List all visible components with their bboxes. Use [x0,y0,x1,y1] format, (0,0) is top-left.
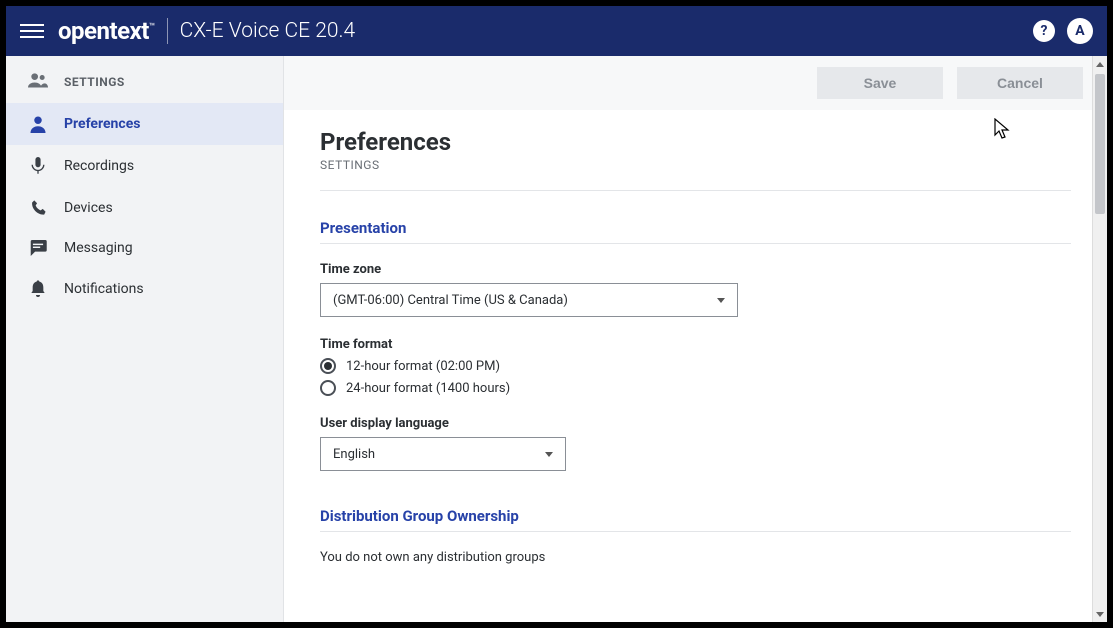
language-label: User display language [320,416,1071,431]
avatar[interactable]: A [1067,18,1093,44]
language-value: English [333,447,375,462]
sidebar-item-label: Preferences [64,116,140,132]
message-icon [28,240,48,256]
product-name: CX-E Voice CE 20.4 [180,19,356,43]
sidebar-group-header: SETTINGS [6,56,283,103]
brand-logo: opentext™ [58,17,155,45]
sidebar-item-devices[interactable]: Devices [6,187,283,228]
scroll-up-icon[interactable] [1093,56,1107,72]
timezone-select[interactable]: (GMT-06:00) Central Time (US & Canada) [320,283,738,317]
scrollbar-vertical[interactable] [1092,56,1107,622]
timezone-label: Time zone [320,262,1071,277]
sidebar-item-notifications[interactable]: Notifications [6,268,283,310]
save-button[interactable]: Save [817,67,943,99]
timeformat-option-24h[interactable]: 24-hour format (1400 hours) [320,380,1071,396]
radio-label: 12-hour format (02:00 PM) [346,359,500,374]
sidebar: SETTINGS Preferences Recordings Devices [6,56,284,622]
sidebar-item-preferences[interactable]: Preferences [6,103,283,145]
timeformat-option-12h[interactable]: 12-hour format (02:00 PM) [320,358,1071,374]
sidebar-item-label: Devices [64,200,113,216]
person-icon [28,115,48,133]
phone-icon [28,199,48,216]
bell-icon [28,280,48,298]
radio-label: 24-hour format (1400 hours) [346,381,510,396]
divider [320,190,1071,191]
radio-icon [320,380,336,396]
sidebar-item-label: Notifications [64,281,144,297]
sidebar-item-label: Messaging [64,240,133,256]
sidebar-item-recordings[interactable]: Recordings [6,145,283,187]
chevron-down-icon [717,298,725,303]
sidebar-item-label: Recordings [64,158,134,174]
help-icon[interactable]: ? [1033,20,1055,42]
divider [167,18,168,44]
scroll-down-icon[interactable] [1093,606,1107,622]
content-area: Preferences SETTINGS Presentation Time z… [284,110,1107,622]
people-icon [28,72,48,91]
distribution-empty-text: You do not own any distribution groups [320,550,1071,565]
chevron-down-icon [545,452,553,457]
scroll-thumb[interactable] [1095,74,1105,214]
sidebar-item-messaging[interactable]: Messaging [6,228,283,268]
toolbar: Save Cancel [284,56,1107,110]
titlebar: opentext™ CX-E Voice CE 20.4 ? A [6,6,1107,56]
cancel-button[interactable]: Cancel [957,67,1083,99]
section-title-distribution: Distribution Group Ownership [320,507,1071,532]
microphone-icon [28,157,48,175]
sidebar-group-label: SETTINGS [64,75,125,89]
section-title-presentation: Presentation [320,219,1071,244]
page-title: Preferences [320,128,1071,156]
timeformat-label: Time format [320,337,1071,352]
language-select[interactable]: English [320,437,566,471]
timezone-value: (GMT-06:00) Central Time (US & Canada) [333,293,568,308]
radio-icon [320,358,336,374]
menu-icon[interactable] [20,19,44,43]
page-subtitle: SETTINGS [320,158,1071,172]
